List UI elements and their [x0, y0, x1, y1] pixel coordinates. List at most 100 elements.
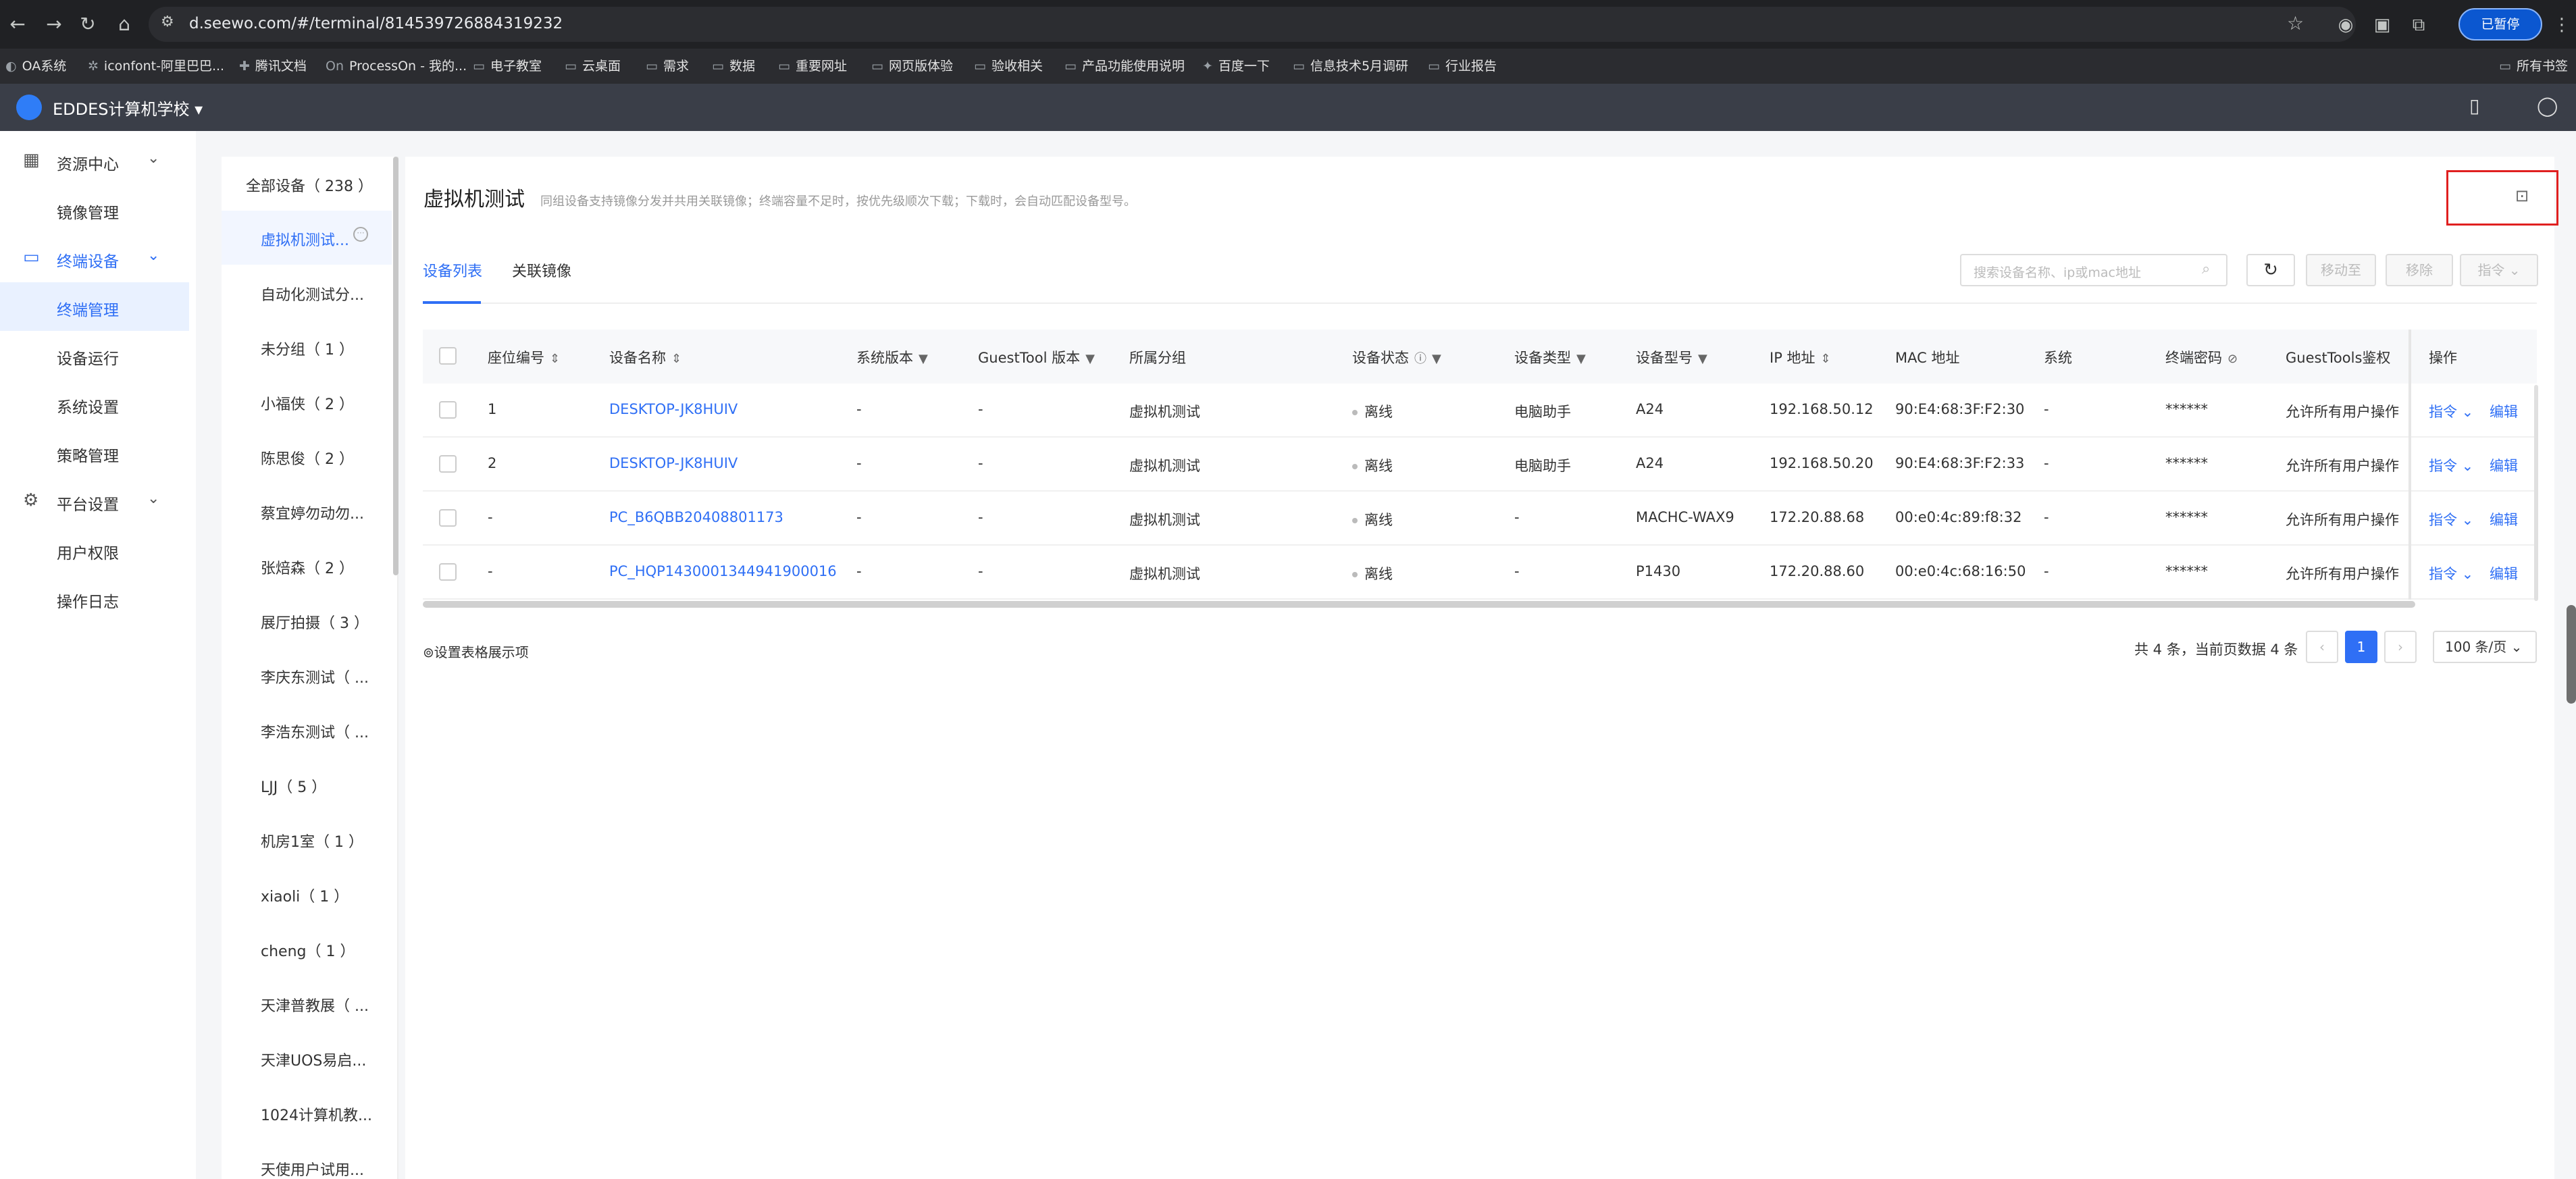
group-item[interactable]: 未分组（ 1 ）: [222, 320, 392, 374]
sidebar-item-user-permissions[interactable]: 用户权限: [0, 525, 196, 574]
device-name-link[interactable]: DESKTOP-JK8HUIV: [609, 401, 738, 417]
sidebar-item-policy-management[interactable]: 策略管理: [0, 428, 196, 477]
group-item[interactable]: 蔡宜婷勿动勿...: [222, 484, 392, 538]
search-input[interactable]: 搜索设备名称、ip或mac地址 ⌕: [1960, 254, 2227, 286]
group-item[interactable]: 天津UOS易启...: [222, 1031, 392, 1085]
bookmark-folder[interactable]: ▭ 验收相关: [974, 49, 1043, 84]
home-icon[interactable]: ⌂: [112, 12, 136, 36]
row-checkbox[interactable]: [439, 401, 457, 419]
group-item[interactable]: 自动化测试分...: [222, 265, 392, 319]
bookmark-folder[interactable]: ▭ 重要网址: [778, 49, 847, 84]
group-item[interactable]: 全部设备（ 238 ）: [222, 157, 392, 211]
command-dropdown[interactable]: 指令 ⌄: [2429, 401, 2473, 421]
group-item[interactable]: 机房1室（ 1 ）: [222, 812, 392, 866]
command-dropdown-button[interactable]: 指令 ⌄: [2460, 254, 2538, 286]
edit-link[interactable]: 编辑: [2490, 455, 2518, 475]
move-to-button[interactable]: 移动至: [2306, 254, 2376, 286]
row-checkbox[interactable]: [439, 563, 457, 581]
sidebar-group-terminal[interactable]: ▭ 终端设备 ⌄: [0, 234, 196, 282]
remove-button[interactable]: 移除: [2386, 254, 2453, 286]
tab-linked-images[interactable]: 关联镜像: [512, 259, 571, 281]
sidebar-group-resources[interactable]: ▦ 资源中心 ⌄: [0, 136, 196, 185]
edit-link[interactable]: 编辑: [2490, 563, 2518, 583]
group-item[interactable]: 展厅拍摄（ 3 ）: [222, 594, 392, 648]
bookmark-folder[interactable]: ▭ 云桌面: [565, 49, 621, 84]
group-item[interactable]: 1024计算机教...: [222, 1086, 392, 1140]
group-list-scrollbar[interactable]: [393, 157, 398, 575]
sidebar-item-terminal-management[interactable]: 终端管理: [0, 282, 189, 331]
page-number-button[interactable]: 1: [2345, 631, 2377, 663]
extension-color-icon[interactable]: ◉: [2334, 14, 2357, 36]
sidebar-item-system-settings[interactable]: 系统设置: [0, 379, 196, 428]
sidebar-item-operation-log[interactable]: 操作日志: [0, 574, 196, 623]
col-device-name[interactable]: 设备名称 ⇕: [609, 347, 681, 367]
tab-device-list[interactable]: 设备列表: [423, 259, 482, 281]
bookmark-folder[interactable]: ▭ 网页版体验: [871, 49, 953, 84]
bookmark-star-icon[interactable]: ☆: [2287, 12, 2304, 34]
col-device-model[interactable]: 设备型号 ▼: [1636, 347, 1707, 367]
command-dropdown[interactable]: 指令 ⌄: [2429, 563, 2473, 583]
col-device-status[interactable]: 设备状态 ⓘ ▼: [1352, 347, 1441, 367]
sidebar-item-image-management[interactable]: 镜像管理: [0, 185, 196, 234]
user-avatar-icon[interactable]: ◯: [2537, 95, 2558, 117]
command-dropdown[interactable]: 指令 ⌄: [2429, 455, 2473, 475]
extensions-puzzle-icon[interactable]: ⧉: [2407, 14, 2430, 36]
group-item[interactable]: 小福侠（ 2 ）: [222, 375, 392, 429]
site-info-icon[interactable]: ⚙: [161, 14, 174, 30]
back-icon[interactable]: ←: [5, 12, 30, 36]
profile-button[interactable]: 已暂停: [2458, 8, 2542, 41]
group-item[interactable]: 李浩东测试（ ...: [222, 703, 392, 757]
sidebar-item-device-running[interactable]: 设备运行: [0, 331, 196, 379]
bookmark-item[interactable]: ◐ OA系统: [5, 49, 66, 84]
bookmark-folder[interactable]: ▭ 需求: [646, 49, 689, 84]
col-seat-number[interactable]: 座位编号 ⇕: [488, 347, 560, 367]
group-item[interactable]: xiaoli（ 1 ）: [222, 867, 392, 921]
table-settings-link[interactable]: ⊚设置表格展示项: [423, 641, 529, 661]
document-icon[interactable]: ▯: [2469, 95, 2479, 117]
browser-menu-icon[interactable]: ⋮: [2550, 14, 2573, 36]
bookmark-folder[interactable]: ▭ 行业报告: [1428, 49, 1497, 84]
row-checkbox[interactable]: [439, 509, 457, 527]
url-text[interactable]: d.seewo.com/#/terminal/81453972688431923…: [189, 15, 563, 32]
more-icon[interactable]: ···: [353, 227, 368, 242]
prev-page-button[interactable]: ‹: [2306, 631, 2338, 663]
search-icon[interactable]: ⌕: [2202, 261, 2210, 278]
group-item[interactable]: cheng（ 1 ）: [222, 922, 392, 976]
sidebar-group-platform[interactable]: ⚙ 平台设置 ⌄: [0, 477, 196, 525]
col-guesttool-version[interactable]: GuestTool 版本 ▼: [978, 347, 1095, 367]
row-checkbox[interactable]: [439, 455, 457, 473]
group-item[interactable]: 天使用户试用...: [222, 1141, 392, 1179]
school-selector[interactable]: EDDES计算机学校 ▾: [53, 96, 203, 120]
device-name-link[interactable]: PC_HQP1430001344941900016: [609, 563, 837, 579]
table-vertical-scrollbar[interactable]: [2534, 385, 2538, 601]
group-item[interactable]: LJJ（ 5 ）: [222, 758, 392, 812]
bookmark-folder[interactable]: ▭ 数据: [712, 49, 755, 84]
forward-icon[interactable]: →: [42, 12, 66, 36]
edit-link[interactable]: 编辑: [2490, 509, 2518, 529]
device-name-link[interactable]: PC_B6QBB20408801173: [609, 509, 783, 525]
group-item[interactable]: 天津普教展（ ...: [222, 976, 392, 1030]
table-horizontal-scrollbar[interactable]: [423, 601, 2415, 608]
edit-link[interactable]: 编辑: [2490, 401, 2518, 421]
col-terminal-password[interactable]: 终端密码 ⊘: [2165, 347, 2238, 367]
refresh-button[interactable]: ↻: [2246, 254, 2295, 286]
group-item[interactable]: 陈思俊（ 2 ）: [222, 429, 392, 483]
screen-icon[interactable]: ⊡: [2511, 185, 2533, 207]
next-page-button[interactable]: ›: [2384, 631, 2417, 663]
page-scrollbar[interactable]: [2567, 605, 2576, 704]
address-bar[interactable]: ⚙ d.seewo.com/#/terminal/814539726884319…: [149, 7, 2356, 42]
bookmark-item[interactable]: ✲ iconfont-阿里巴巴...: [88, 49, 224, 84]
bookmark-folder[interactable]: ▭ 电子教室: [473, 49, 542, 84]
all-bookmarks-folder[interactable]: ▭ 所有书签: [2499, 49, 2568, 84]
col-device-type[interactable]: 设备类型 ▼: [1514, 347, 1586, 367]
col-ip-address[interactable]: IP 地址 ⇕: [1770, 347, 1831, 367]
page-size-select[interactable]: 100 条/页 ⌄: [2433, 631, 2537, 663]
col-system-version[interactable]: 系统版本 ▼: [856, 347, 928, 367]
command-dropdown[interactable]: 指令 ⌄: [2429, 509, 2473, 529]
bookmark-item[interactable]: On ProcessOn - 我的...: [326, 49, 467, 84]
reload-icon[interactable]: ↻: [76, 12, 100, 36]
group-item[interactable]: 张焙森（ 2 ）: [222, 539, 392, 593]
select-all-checkbox[interactable]: [439, 347, 457, 365]
group-item[interactable]: 虚拟机测试... ···: [222, 211, 392, 265]
bookmark-item[interactable]: ✚ 腾讯文档: [239, 49, 307, 84]
